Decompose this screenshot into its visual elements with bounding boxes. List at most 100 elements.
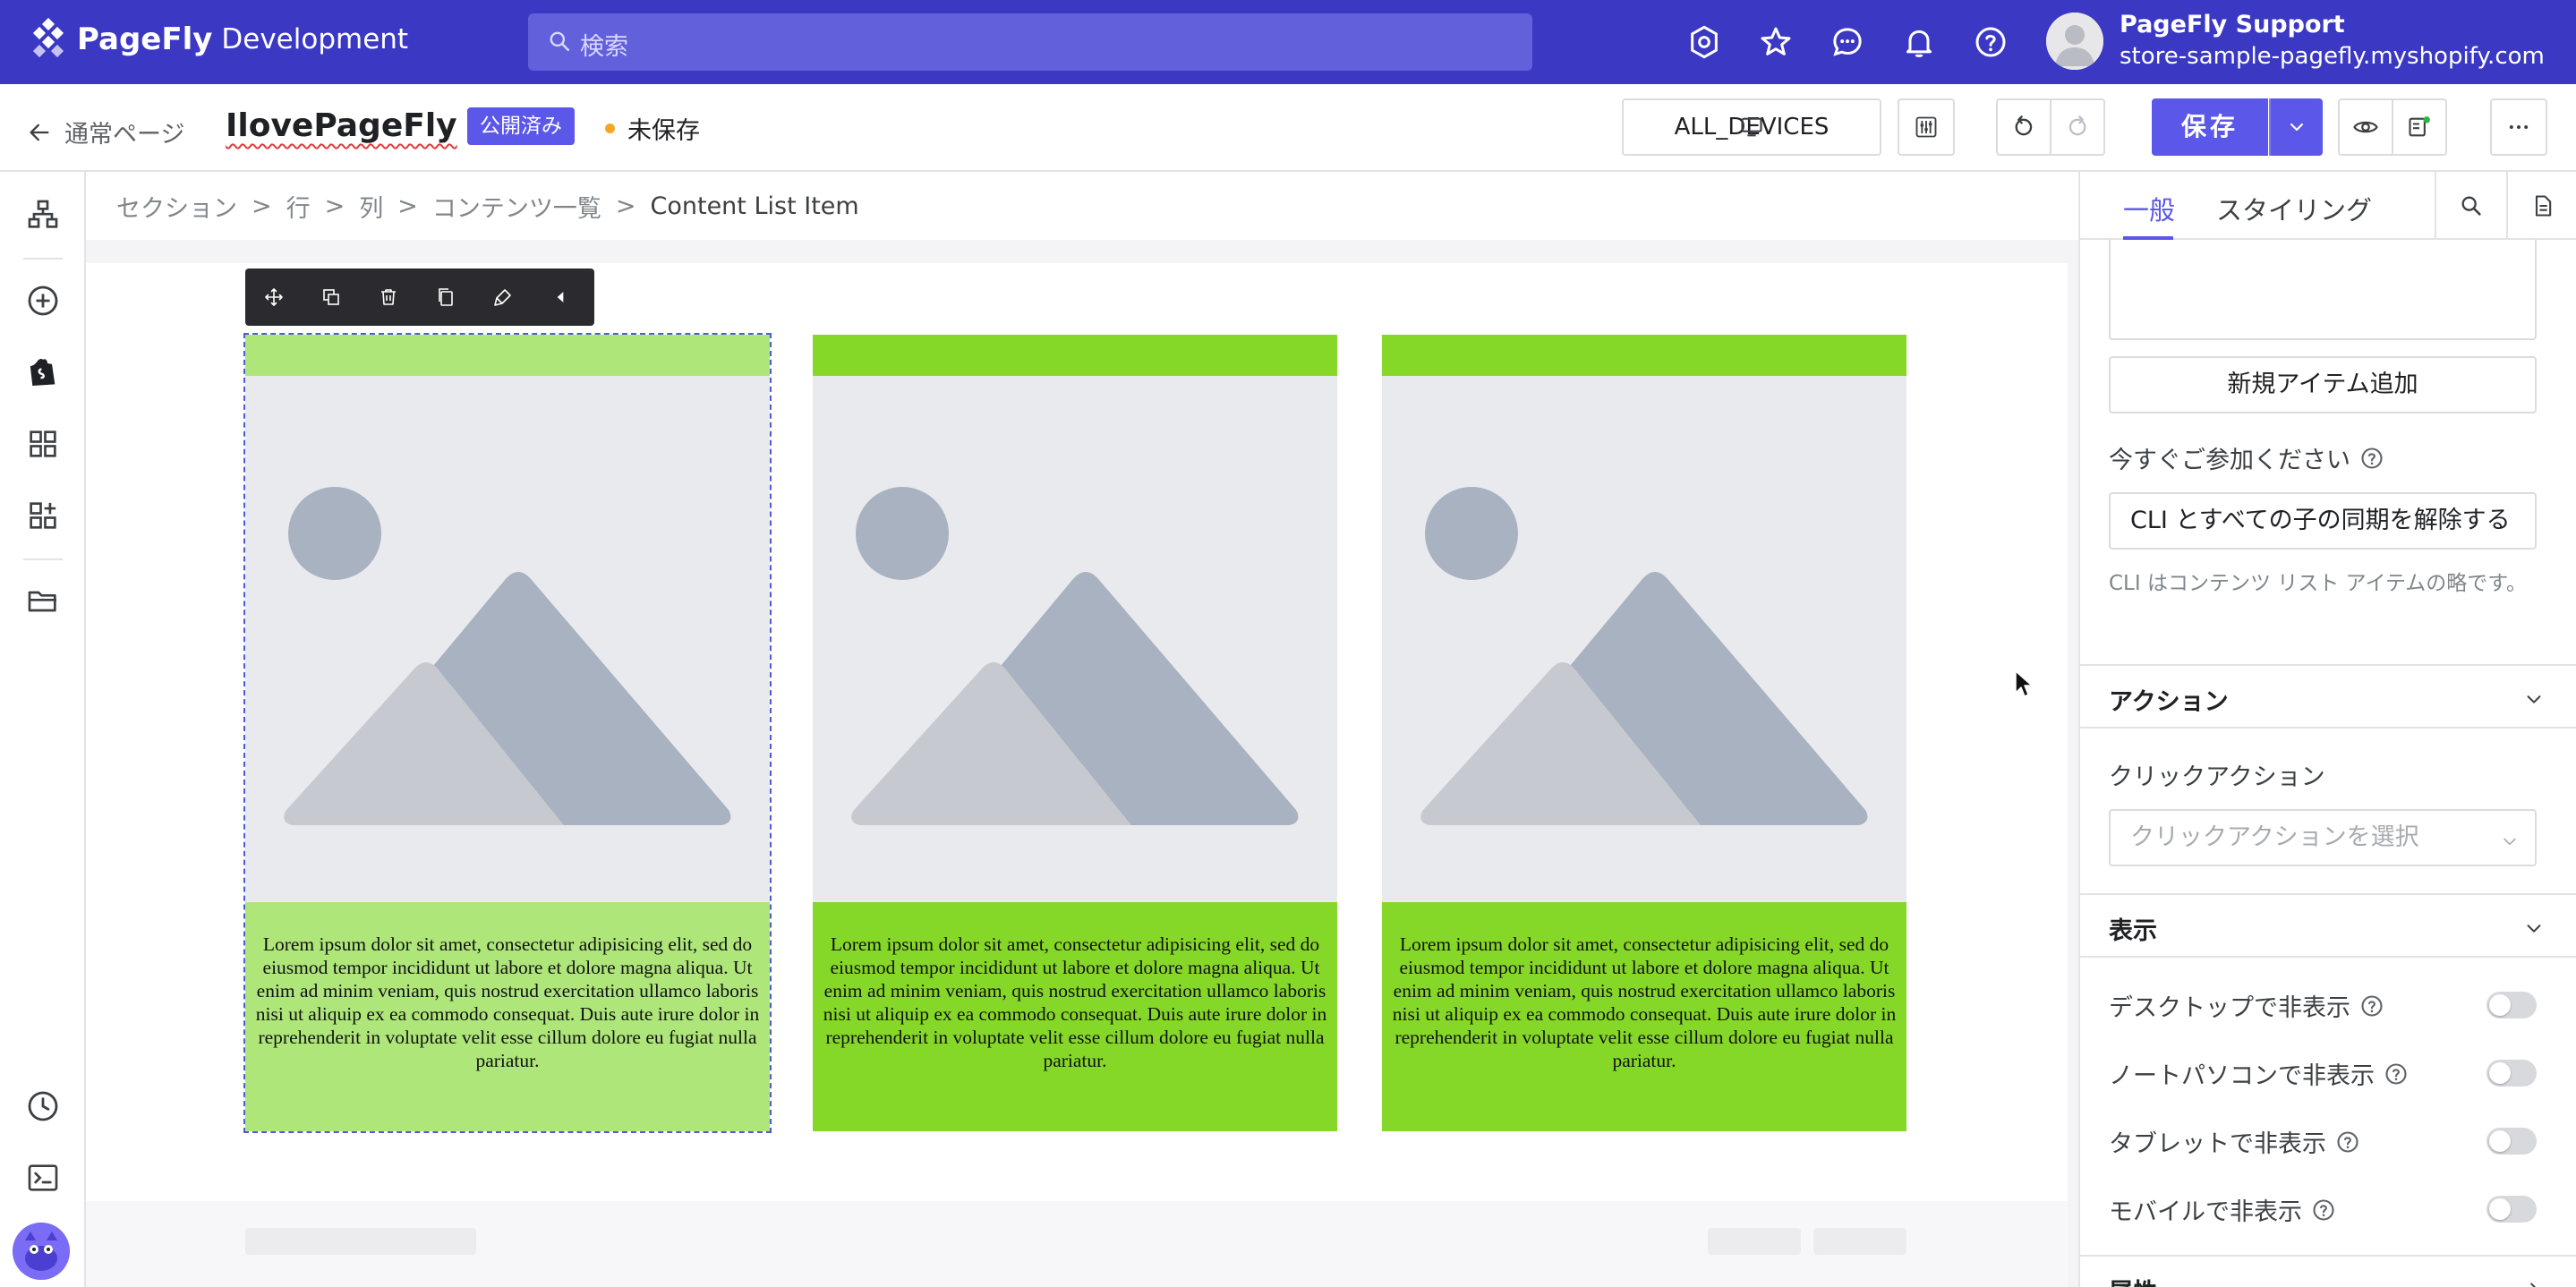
card-top-band bbox=[813, 335, 1337, 376]
top-bar: PageFly Development 検索 PageFly Support s… bbox=[0, 0, 2576, 84]
add-icon[interactable] bbox=[25, 283, 61, 319]
redo-icon bbox=[2068, 115, 2086, 136]
pagefly-logo[interactable]: PageFly Development bbox=[27, 17, 408, 61]
search-input[interactable]: 検索 bbox=[528, 13, 1532, 71]
action-section-header[interactable]: アクション bbox=[2080, 664, 2576, 729]
adjust-button[interactable] bbox=[1898, 98, 1955, 156]
help-icon[interactable] bbox=[2384, 1061, 2409, 1087]
help-icon[interactable] bbox=[2335, 1129, 2360, 1155]
hide-on-laptop-toggle[interactable] bbox=[2486, 1060, 2537, 1087]
rail-divider bbox=[23, 258, 63, 260]
devices-button[interactable]: ALL_DEVICES bbox=[1622, 98, 1881, 156]
card-text[interactable]: Lorem ipsum dolor sit amet, consectetur … bbox=[1382, 933, 1906, 1072]
card-text[interactable]: Lorem ipsum dolor sit amet, consectetur … bbox=[245, 933, 770, 1072]
grid-icon[interactable] bbox=[25, 426, 61, 462]
content-list-item-selected[interactable]: Lorem ipsum dolor sit amet, consectetur … bbox=[243, 333, 772, 1133]
bell-icon[interactable] bbox=[1901, 24, 1937, 60]
editor-bar: 通常ページ IlovePageFly 公開済み 未保存 ALL_DEVICES … bbox=[0, 84, 2576, 172]
action-section-title: アクション bbox=[2109, 688, 2229, 716]
breadcrumb-separator: > bbox=[397, 192, 418, 220]
image-placeholder[interactable] bbox=[813, 376, 1337, 902]
profile-name[interactable]: PageFly Support bbox=[2120, 11, 2345, 38]
status-badge: 公開済み bbox=[467, 107, 575, 145]
layers-icon[interactable] bbox=[25, 197, 61, 233]
chat-icon[interactable] bbox=[1830, 24, 1865, 60]
mouse-cursor-icon bbox=[2015, 670, 2033, 697]
panel-search-button[interactable] bbox=[2435, 172, 2506, 240]
duplicate-button[interactable] bbox=[303, 268, 360, 326]
preview-button[interactable] bbox=[2338, 98, 2393, 156]
image-placeholder[interactable] bbox=[245, 376, 770, 902]
tab-styling[interactable]: スタイリング bbox=[2216, 190, 2372, 227]
image-placeholder-icon bbox=[851, 487, 1299, 825]
save-dropdown-button[interactable] bbox=[2269, 98, 2323, 156]
more-button[interactable] bbox=[2490, 98, 2547, 156]
items-textarea[interactable] bbox=[2109, 240, 2537, 340]
user-avatar[interactable] bbox=[13, 1223, 70, 1280]
save-button[interactable]: 保存 bbox=[2152, 98, 2268, 156]
back-link[interactable]: 通常ページ bbox=[27, 115, 184, 149]
content-list-item[interactable]: Lorem ipsum dolor sit amet, consectetur … bbox=[1382, 335, 1906, 1131]
help-icon[interactable] bbox=[2359, 446, 2384, 471]
widgets-icon[interactable] bbox=[25, 498, 61, 533]
skeleton-placeholder bbox=[1813, 1228, 1906, 1255]
undo-button[interactable] bbox=[1996, 98, 2051, 156]
toggle-label: デスクトップで非表示 bbox=[2109, 988, 2384, 1023]
click-action-select[interactable]: クリックアクションを選択 bbox=[2109, 809, 2537, 866]
toggle-label: モバイルで非表示 bbox=[2109, 1192, 2336, 1227]
breadcrumb-item-column[interactable]: 列 bbox=[359, 189, 383, 224]
card-text[interactable]: Lorem ipsum dolor sit amet, consectetur … bbox=[813, 933, 1337, 1072]
join-text-input[interactable]: CLI とすべての子の同期を解除する bbox=[2109, 492, 2537, 550]
page-title[interactable]: IlovePageFly bbox=[226, 107, 457, 144]
profile-store[interactable]: store-sample-pagefly.myshopify.com bbox=[2120, 43, 2545, 70]
brand-name: PageFly bbox=[77, 21, 213, 57]
panel-document-button[interactable] bbox=[2506, 172, 2576, 240]
add-item-button[interactable]: 新規アイテム追加 bbox=[2109, 356, 2537, 413]
eye-icon bbox=[2353, 121, 2378, 133]
chevron-down-icon bbox=[2527, 925, 2541, 933]
redo-button[interactable] bbox=[2050, 98, 2105, 156]
shopify-icon[interactable] bbox=[25, 354, 61, 390]
help-icon[interactable] bbox=[2359, 993, 2384, 1019]
display-section-header[interactable]: 表示 bbox=[2080, 893, 2576, 958]
pagefly-logo-icon bbox=[27, 17, 70, 61]
profile-avatar[interactable] bbox=[2046, 13, 2103, 70]
publish-status-button[interactable] bbox=[2392, 98, 2447, 156]
hide-on-mobile-toggle[interactable] bbox=[2486, 1196, 2537, 1223]
settings-icon[interactable] bbox=[1686, 24, 1722, 60]
breadcrumb-item-section[interactable]: セクション bbox=[116, 189, 237, 224]
toggle-row-laptop: ノートパソコンで非表示 bbox=[2109, 1054, 2537, 1090]
breadcrumb-item-content-list[interactable]: コンテンツ一覧 bbox=[432, 189, 601, 224]
hide-on-tablet-toggle[interactable] bbox=[2486, 1128, 2537, 1155]
search-icon bbox=[550, 31, 570, 52]
content-list-item[interactable]: Lorem ipsum dolor sit amet, consectetur … bbox=[813, 335, 1337, 1131]
paint-icon bbox=[494, 289, 511, 306]
toggle-label-text: モバイルで非表示 bbox=[2109, 1198, 2302, 1226]
star-icon[interactable] bbox=[1758, 24, 1794, 60]
image-placeholder[interactable] bbox=[1382, 376, 1906, 902]
chevron-down-icon bbox=[2290, 123, 2304, 132]
image-placeholder-icon bbox=[1420, 487, 1868, 825]
collapse-icon bbox=[557, 292, 564, 303]
tab-general[interactable]: 一般 bbox=[2123, 190, 2175, 227]
attributes-section-header[interactable]: 属性 bbox=[2080, 1255, 2576, 1287]
search-placeholder: 検索 bbox=[580, 33, 628, 61]
unsaved-label: 未保存 bbox=[627, 117, 700, 145]
breadcrumb-separator: > bbox=[615, 192, 636, 220]
terminal-icon[interactable] bbox=[25, 1160, 61, 1196]
left-rail bbox=[0, 172, 86, 1287]
breadcrumb-item-row[interactable]: 行 bbox=[286, 189, 311, 224]
breadcrumb-separator: > bbox=[324, 192, 345, 220]
help-icon[interactable] bbox=[2311, 1198, 2336, 1223]
paint-button[interactable] bbox=[474, 268, 532, 326]
click-action-label: クリックアクション bbox=[2109, 763, 2325, 791]
move-button[interactable] bbox=[245, 268, 303, 326]
toggle-label: ノートパソコンで非表示 bbox=[2109, 1056, 2409, 1091]
hide-on-desktop-toggle[interactable] bbox=[2486, 992, 2537, 1019]
delete-button[interactable] bbox=[360, 268, 417, 326]
history-icon[interactable] bbox=[25, 1088, 61, 1124]
collapse-button[interactable] bbox=[532, 268, 589, 326]
folder-icon[interactable] bbox=[25, 584, 61, 619]
copy-button[interactable] bbox=[417, 268, 474, 326]
help-icon[interactable] bbox=[1973, 24, 2009, 60]
